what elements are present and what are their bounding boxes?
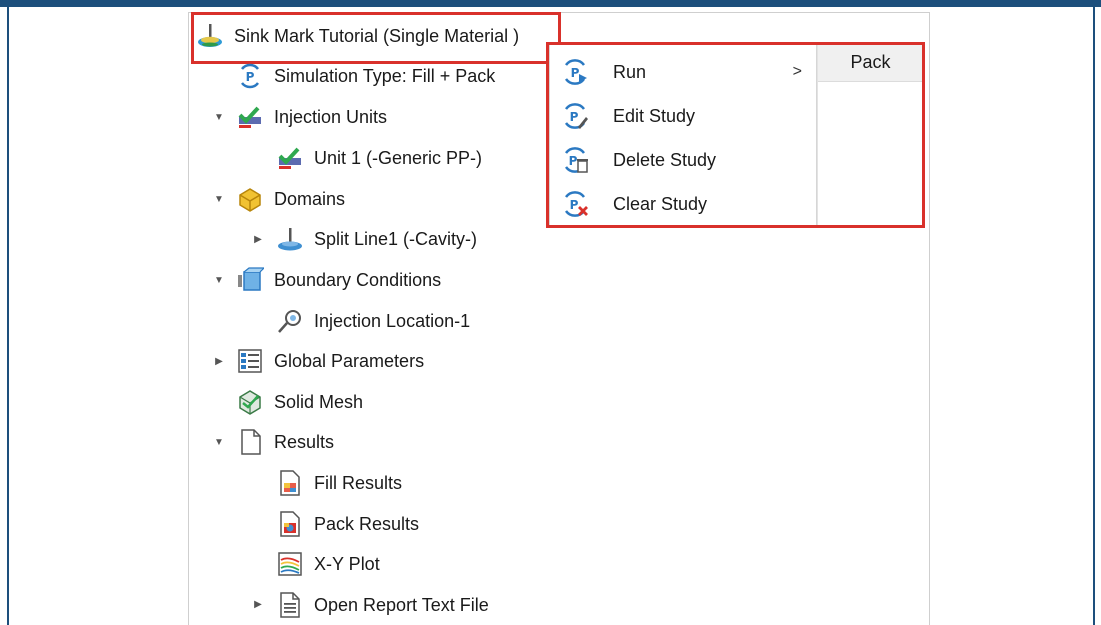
svg-text:P: P [246,70,255,84]
tree-item-solid-mesh[interactable]: Solid Mesh [236,384,363,420]
report-file-icon [276,591,304,619]
frame-left-border [7,0,9,625]
tree-item-label: X-Y Plot [314,553,380,574]
tree-item-label: Fill Results [314,472,403,493]
tree-item-label: Open Report Text File [314,594,489,615]
tree-item-label: Boundary Conditions [274,269,442,290]
tree-item-label: Pack Results [314,513,420,534]
injection-location-icon [276,307,304,335]
simulation-type-icon: P [236,62,264,90]
tree-item-label: Solid Mesh [274,391,364,412]
split-line-icon [276,225,304,253]
tree-item-results[interactable]: Results [236,424,334,460]
tree-item-simulation-type[interactable]: P Simulation Type: Fill + Pack [236,58,495,94]
tree-item-fill-results[interactable]: Fill Results [276,465,402,501]
tree-item-label: Injection Location-1 [314,310,471,331]
domains-icon [236,185,264,213]
context-menu-highlight-box [546,42,925,228]
tree-item-boundary-conditions[interactable]: Boundary Conditions [236,262,441,298]
expand-arrow-global-parameters[interactable]: ▶ [212,354,226,368]
frame-top-border [0,0,1101,7]
tree-item-domains[interactable]: Domains [236,181,345,217]
solid-mesh-icon [236,388,264,416]
tree-item-label: Simulation Type: Fill + Pack [274,65,496,86]
expand-arrow-results[interactable]: ▼ [212,435,226,449]
tree-item-unit-1[interactable]: Unit 1 (-Generic PP-) [276,140,482,176]
tree-item-label: Domains [274,188,346,209]
tree-item-injection-location[interactable]: Injection Location-1 [276,303,470,339]
tree-item-label: Global Parameters [274,350,425,371]
tree-item-split-line[interactable]: Split Line1 (-Cavity-) [276,221,477,257]
results-icon [236,428,264,456]
tree-item-injection-units[interactable]: Injection Units [236,99,387,135]
tree-item-label: Results [274,431,335,452]
fill-results-icon [276,469,304,497]
tree-item-pack-results[interactable]: Pack Results [276,506,419,542]
global-parameters-icon [236,347,264,375]
tree-item-global-parameters[interactable]: Global Parameters [236,343,424,379]
study-highlight-box [191,12,561,64]
injection-unit-icon [276,144,304,172]
tree-item-xy-plot[interactable]: X-Y Plot [276,546,380,582]
tree-item-report-file[interactable]: Open Report Text File [276,587,489,623]
frame-right-border [1093,0,1095,625]
tree-item-label: Unit 1 (-Generic PP-) [314,147,483,168]
expand-arrow-domains[interactable]: ▼ [212,192,226,206]
injection-units-icon [236,103,264,131]
expand-arrow-injection-units[interactable]: ▼ [212,110,226,124]
expand-arrow-report-file[interactable]: ▶ [251,597,265,611]
expand-arrow-boundary-conditions[interactable]: ▼ [212,273,226,287]
pack-results-icon [276,510,304,538]
boundary-conditions-icon [236,266,264,294]
tree-item-label: Split Line1 (-Cavity-) [314,228,478,249]
expand-arrow-split-line[interactable]: ▶ [251,232,265,246]
tree-item-label: Injection Units [274,106,388,127]
xy-plot-icon [276,550,304,578]
